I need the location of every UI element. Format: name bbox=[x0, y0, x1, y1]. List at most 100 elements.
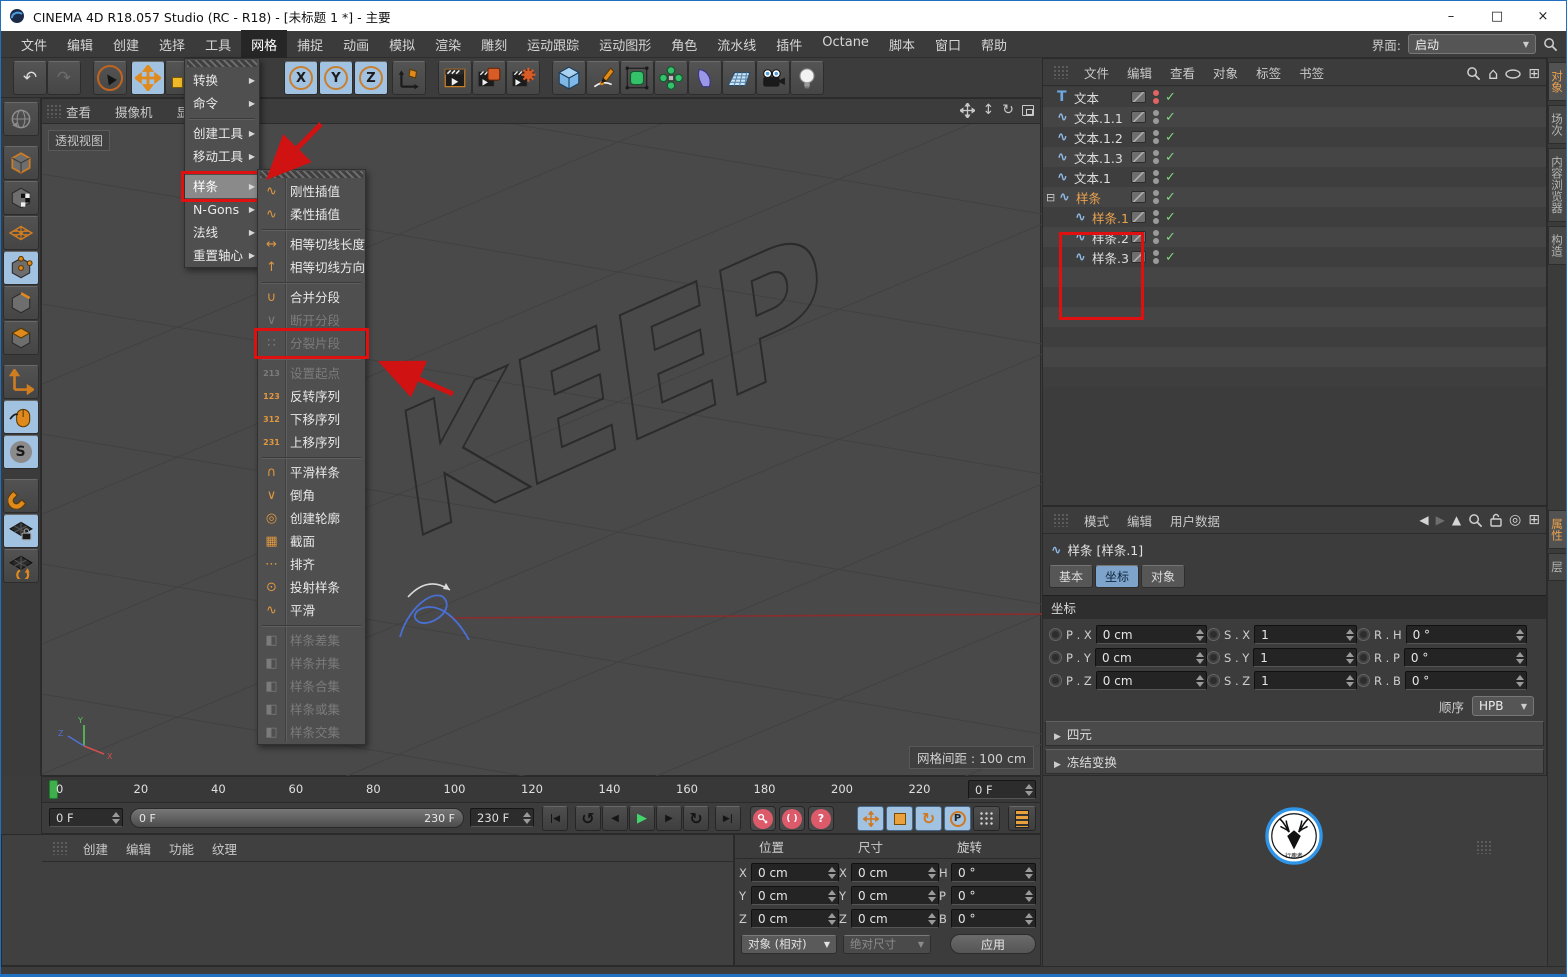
viewport-menu-item[interactable]: 查看 bbox=[66, 102, 91, 121]
timeline-range-slider[interactable]: 0 F 230 F bbox=[130, 808, 464, 828]
toggle-view-icon[interactable] bbox=[1022, 104, 1034, 116]
stepper-icon[interactable] bbox=[927, 866, 936, 880]
camera-button[interactable] bbox=[756, 61, 790, 95]
stepper-icon[interactable] bbox=[827, 866, 836, 880]
keyframe-help-button[interactable]: ? bbox=[808, 806, 834, 831]
panel-drag-handle[interactable] bbox=[1476, 839, 1492, 854]
order-dropdown[interactable]: HPB ▼ bbox=[1472, 696, 1534, 716]
workplane-interactive-button[interactable] bbox=[2, 549, 39, 583]
field-input[interactable]: 0 cm bbox=[751, 886, 839, 905]
enabled-check-icon[interactable]: ✓ bbox=[1165, 190, 1176, 205]
polygons-mode-button[interactable] bbox=[2, 321, 39, 355]
play-loop-button[interactable]: ↻ bbox=[683, 806, 709, 831]
collapsed-section-bar[interactable]: ▶ 四元 bbox=[1045, 721, 1544, 746]
menu-item[interactable]: 编辑 bbox=[57, 30, 103, 59]
stepper-icon[interactable] bbox=[522, 811, 531, 825]
model-mode-button[interactable] bbox=[2, 146, 39, 180]
object-name[interactable]: 文本 bbox=[1074, 88, 1099, 107]
stepper-icon[interactable] bbox=[1024, 783, 1033, 797]
parent-object-icon[interactable]: ▲ bbox=[1452, 513, 1461, 527]
field-input[interactable]: 0 cm bbox=[851, 909, 939, 928]
enabled-check-icon[interactable]: ✓ bbox=[1165, 210, 1176, 225]
mesh-menu-item[interactable]: 命令 ▶ bbox=[185, 92, 259, 115]
panel-menu-item[interactable]: 纹理 bbox=[203, 839, 246, 858]
layer-color-box[interactable] bbox=[1131, 91, 1146, 103]
keyframe-radio[interactable] bbox=[1207, 651, 1220, 664]
go-to-start-button[interactable]: |◀ bbox=[542, 806, 568, 831]
primitive-cube-button[interactable] bbox=[552, 61, 586, 95]
x-axis-lock-button[interactable]: X bbox=[284, 61, 318, 95]
spline-menu-item[interactable]: ∿ 刚性插值 bbox=[258, 180, 365, 203]
panel-drag-handle[interactable] bbox=[52, 841, 68, 855]
visibility-dots[interactable] bbox=[1152, 210, 1160, 224]
visibility-dots[interactable] bbox=[1152, 230, 1160, 244]
move-tool-button[interactable] bbox=[131, 61, 165, 95]
field-input[interactable]: 1 bbox=[1253, 648, 1357, 667]
object-tree-row[interactable]: ⊟ ∿ 文本.1.1 ✓ bbox=[1043, 107, 1546, 127]
visibility-dots[interactable] bbox=[1152, 170, 1160, 184]
menu-item[interactable]: 动画 bbox=[333, 30, 379, 59]
panel-drag-handle[interactable] bbox=[1053, 513, 1069, 527]
field-input[interactable]: 0 cm bbox=[1095, 671, 1207, 690]
keyframe-radio[interactable] bbox=[1207, 628, 1220, 641]
stepper-icon[interactable] bbox=[1515, 628, 1524, 642]
panel-menu-item[interactable]: 编辑 bbox=[1118, 63, 1161, 82]
y-axis-lock-button[interactable]: Y bbox=[319, 61, 353, 95]
spline-menu-item[interactable]: ↑ 相等切线方向 bbox=[258, 256, 365, 279]
points-mode-button[interactable] bbox=[2, 251, 39, 285]
object-type-icon[interactable]: ∿ bbox=[1057, 170, 1074, 185]
render-view-button[interactable] bbox=[438, 61, 472, 95]
zoom-view-icon[interactable]: ↕ bbox=[983, 102, 995, 118]
dock-tab[interactable]: 场次 bbox=[1548, 105, 1566, 144]
stepper-icon[interactable] bbox=[827, 889, 836, 903]
key-position-toggle[interactable] bbox=[857, 806, 884, 831]
mesh-menu-item[interactable]: 法线 ▶ bbox=[185, 221, 259, 244]
panel-drag-handle[interactable] bbox=[1053, 65, 1069, 79]
spline-menu-item[interactable]: ⊙ 投射样条 bbox=[258, 576, 365, 599]
previous-frame-button[interactable]: ◀ bbox=[602, 806, 628, 831]
spline-menu-item[interactable]: ▦ 截面 bbox=[258, 530, 365, 553]
object-type-icon[interactable]: ∿ bbox=[1057, 110, 1074, 125]
key-pla-toggle[interactable] bbox=[973, 806, 1000, 831]
rotate-view-icon[interactable]: ↻ bbox=[1002, 102, 1014, 118]
undo-button[interactable]: ↶ bbox=[13, 61, 47, 95]
mesh-menu-item[interactable]: ▶ bbox=[185, 168, 259, 175]
key-scale-toggle[interactable] bbox=[886, 806, 913, 831]
spline-menu-item[interactable]: ∿ 平滑 bbox=[258, 599, 365, 622]
go-to-end-button[interactable]: ▶| bbox=[715, 806, 741, 831]
keyframe-radio[interactable] bbox=[1049, 651, 1062, 664]
panel-menu-item[interactable]: 功能 bbox=[160, 839, 203, 858]
spline-menu-item[interactable] bbox=[258, 279, 365, 286]
spline-menu-item[interactable]: ◎ 创建轮廓 bbox=[258, 507, 365, 530]
keyframe-radio[interactable] bbox=[1357, 628, 1370, 641]
spline-menu-item[interactable]: ◧ 样条并集 bbox=[258, 652, 365, 675]
object-type-icon[interactable]: ∿ bbox=[1075, 210, 1092, 225]
dock-tab[interactable]: 内容浏览器 bbox=[1548, 148, 1566, 222]
add-icon[interactable]: ⊞ bbox=[1528, 66, 1540, 82]
stepper-icon[interactable] bbox=[1345, 651, 1354, 665]
object-tree-row[interactable]: ⊟ ∿ 文本.1 ✓ bbox=[1043, 167, 1546, 187]
visibility-dots[interactable] bbox=[1152, 90, 1160, 104]
stepper-icon[interactable] bbox=[1515, 651, 1524, 665]
panel-drag-handle[interactable] bbox=[46, 104, 62, 118]
panel-menu-item[interactable]: 文件 bbox=[1075, 63, 1118, 82]
stepper-icon[interactable] bbox=[1024, 866, 1033, 880]
light-button[interactable] bbox=[790, 61, 824, 95]
history-forward-icon[interactable]: ▶ bbox=[1436, 513, 1445, 527]
menu-item[interactable]: 运动跟踪 bbox=[517, 30, 589, 59]
visibility-dots[interactable] bbox=[1152, 150, 1160, 164]
keyframe-radio[interactable] bbox=[1207, 674, 1220, 687]
panel-menu-item[interactable]: 书签 bbox=[1290, 63, 1333, 82]
coordinate-mode-dropdown[interactable]: 对象 (相对) ▼ bbox=[741, 934, 837, 954]
spline-menu-item[interactable]: ◧ 样条差集 bbox=[258, 629, 365, 652]
enabled-check-icon[interactable]: ✓ bbox=[1165, 250, 1176, 265]
menu-item[interactable]: 雕刻 bbox=[471, 30, 517, 59]
panel-menu-item[interactable]: 创建 bbox=[74, 839, 117, 858]
spline-menu-item[interactable] bbox=[258, 622, 365, 629]
key-rotation-toggle[interactable]: ↻ bbox=[915, 806, 942, 831]
collapsed-section-bar[interactable]: ▶ 冻结变换 bbox=[1045, 749, 1544, 774]
object-type-icon[interactable]: ∿ bbox=[1059, 190, 1076, 205]
spline-menu-item[interactable]: ∿ 柔性插值 bbox=[258, 203, 365, 226]
field-input[interactable]: 0 cm bbox=[751, 909, 839, 928]
workplane-lock-button[interactable] bbox=[2, 514, 39, 548]
